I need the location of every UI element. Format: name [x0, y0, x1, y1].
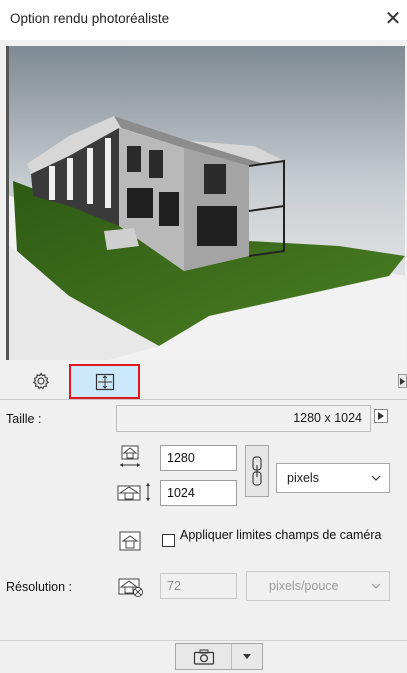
size-presets-button[interactable] — [374, 409, 388, 423]
render-camera-button[interactable] — [176, 644, 232, 669]
resolution-icon — [116, 574, 146, 600]
size-unit-select[interactable]: pixels — [276, 463, 390, 493]
house-render-image — [9, 46, 405, 360]
gear-icon — [32, 372, 50, 390]
tab-scroll-right-button[interactable] — [398, 374, 407, 388]
chevron-down-icon — [371, 464, 381, 492]
bottom-separator — [0, 640, 407, 641]
size-label: Taille : — [6, 412, 42, 426]
tab-size[interactable] — [69, 364, 140, 399]
triangle-right-icon — [378, 412, 384, 420]
width-input[interactable]: 1280 — [160, 445, 237, 471]
resolution-unit-select[interactable]: pixels/pouce — [246, 571, 390, 601]
chain-link-icon — [252, 456, 262, 486]
tab-strip — [0, 364, 407, 400]
render-options-dropdown[interactable] — [232, 644, 262, 669]
height-icon — [116, 479, 156, 505]
window-title: Option rendu photoréaliste — [10, 11, 170, 26]
link-proportions-button[interactable] — [245, 445, 269, 497]
size-display: 1280 x 1024 — [116, 405, 371, 432]
caret-down-icon — [243, 654, 251, 659]
resolution-label: Résolution : — [6, 580, 73, 594]
resolution-unit-value: pixels/pouce — [269, 579, 339, 593]
frame-size-icon — [95, 373, 114, 390]
render-button-group — [175, 643, 263, 670]
width-icon — [116, 442, 144, 472]
camera-limits-icon — [116, 528, 144, 554]
size-unit-value: pixels — [287, 471, 319, 485]
triangle-right-icon — [400, 377, 405, 385]
tab-settings[interactable] — [24, 369, 58, 393]
camera-limits-label[interactable]: Appliquer limites champs de caméra — [180, 528, 390, 543]
chevron-down-icon — [371, 572, 381, 600]
close-button[interactable]: ✕ — [382, 6, 404, 32]
height-input[interactable]: 1024 — [160, 480, 237, 506]
camera-limits-checkbox[interactable] — [162, 534, 175, 547]
camera-icon — [193, 649, 214, 665]
resolution-input[interactable]: 72 — [160, 573, 237, 599]
render-preview — [6, 46, 405, 360]
